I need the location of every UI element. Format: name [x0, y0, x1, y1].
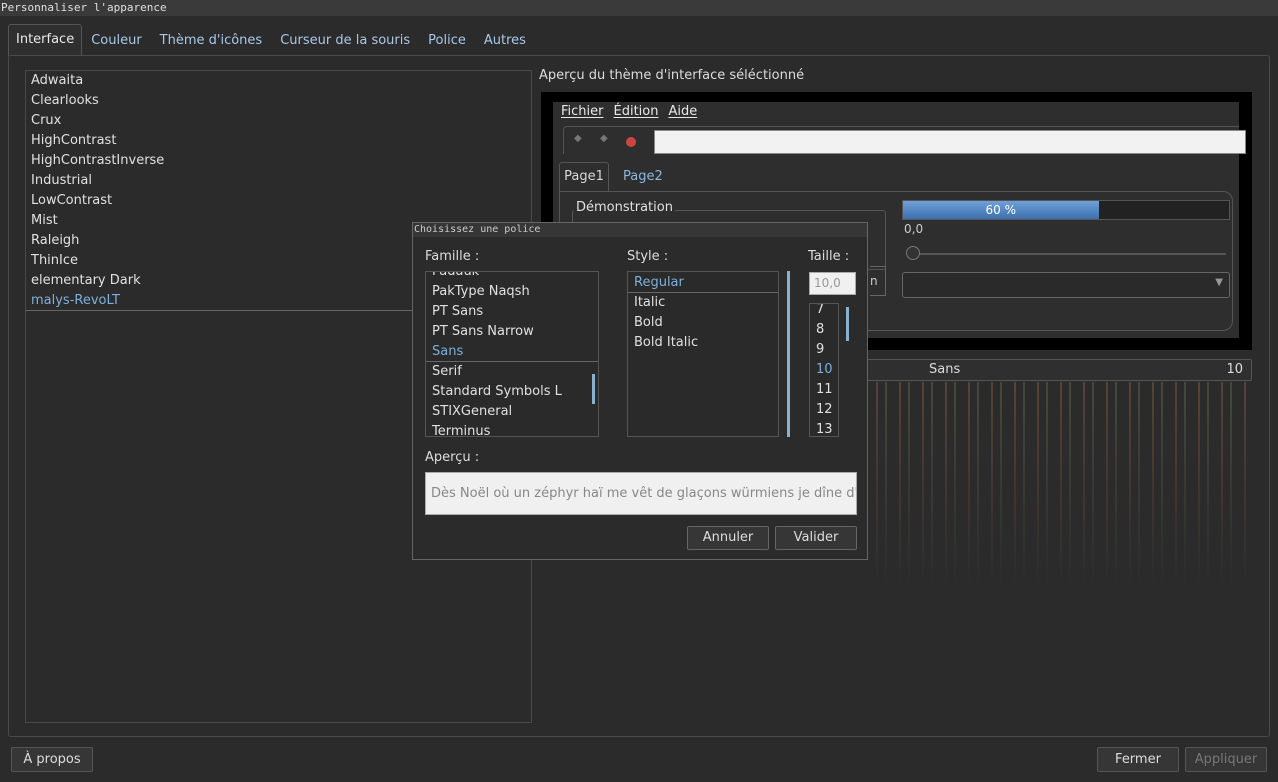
- font-select-button[interactable]: Sans 10: [864, 359, 1252, 381]
- progress-fill: 60 %: [903, 201, 1099, 219]
- list-item[interactable]: PT Sans: [426, 302, 598, 322]
- list-item[interactable]: Clearlooks: [26, 91, 531, 111]
- list-item[interactable]: PT Sans Narrow: [426, 322, 598, 342]
- cancel-button[interactable]: Annuler: [687, 526, 769, 550]
- family-label: Famille :: [425, 249, 480, 264]
- style-list[interactable]: Regular Italic Bold Bold Italic: [627, 271, 779, 437]
- list-item[interactable]: Italic: [628, 293, 778, 313]
- tab-couleur[interactable]: Couleur: [82, 28, 150, 56]
- font-preview-text[interactable]: Dès Noël où un zéphyr haï me vêt de glaç…: [425, 472, 857, 515]
- ok-button[interactable]: Valider: [775, 526, 857, 550]
- list-item[interactable]: LowContrast: [26, 191, 531, 211]
- list-item[interactable]: Terminus: [426, 422, 598, 436]
- preview-label: Aperçu du thème d'interface séléctionné: [539, 68, 805, 83]
- size-input[interactable]: 10,0: [809, 272, 856, 295]
- size-label: Taille :: [808, 249, 850, 264]
- font-size-value: 10: [1226, 362, 1243, 377]
- tab-autres[interactable]: Autres: [475, 28, 535, 56]
- list-item-selected[interactable]: 10: [810, 360, 838, 380]
- preview-combo[interactable]: ▼: [902, 272, 1230, 298]
- family-scrollbar[interactable]: [592, 374, 595, 404]
- size-scrollbar[interactable]: [846, 307, 849, 341]
- forward-arrow-icon[interactable]: ◆: [600, 133, 608, 144]
- list-item[interactable]: HighContrastInverse: [26, 151, 531, 171]
- size-list[interactable]: 7 8 9 10 11 12 13: [809, 303, 839, 437]
- tab-mouse-cursor[interactable]: Curseur de la souris: [271, 28, 419, 56]
- font-family-value: Sans: [929, 362, 961, 377]
- list-item[interactable]: Bold: [628, 313, 778, 333]
- list-item[interactable]: Padauk: [426, 272, 598, 282]
- list-item[interactable]: Standard Symbols L: [426, 382, 598, 402]
- tab-interface[interactable]: Interface: [8, 24, 83, 56]
- list-item-selected[interactable]: Sans: [426, 342, 598, 362]
- demo-group-title: Démonstration: [574, 200, 675, 215]
- list-item[interactable]: Adwaita: [26, 71, 531, 91]
- tab-icon-theme[interactable]: Thème d'icônes: [151, 28, 272, 56]
- list-item[interactable]: Crux: [26, 111, 531, 131]
- list-item[interactable]: Serif: [426, 362, 598, 382]
- list-item-selected[interactable]: Regular: [628, 273, 778, 293]
- list-item[interactable]: 8: [810, 320, 838, 340]
- list-item[interactable]: PakType Naqsh: [426, 282, 598, 302]
- stop-icon[interactable]: [626, 137, 636, 147]
- back-arrow-icon[interactable]: ◆: [574, 133, 582, 144]
- family-list[interactable]: Padauk PakType Naqsh PT Sans PT Sans Nar…: [425, 271, 599, 437]
- slider-value: 0,0: [904, 222, 924, 236]
- list-item[interactable]: Industrial: [26, 171, 531, 191]
- list-item[interactable]: 11: [810, 380, 838, 400]
- tab-police[interactable]: Police: [419, 28, 475, 56]
- about-button[interactable]: À propos: [11, 747, 93, 772]
- progress-bar: 60 %: [902, 200, 1230, 220]
- slider-track[interactable]: [910, 253, 1226, 255]
- close-button[interactable]: Fermer: [1097, 747, 1179, 772]
- list-item[interactable]: 13: [810, 420, 838, 436]
- background-rain: [870, 382, 1250, 592]
- list-item[interactable]: 12: [810, 400, 838, 420]
- list-item[interactable]: HighContrast: [26, 131, 531, 151]
- list-item[interactable]: 7: [810, 304, 838, 320]
- style-scrollbar[interactable]: [787, 271, 790, 437]
- list-item[interactable]: Bold Italic: [628, 333, 778, 353]
- preview-tab-page1[interactable]: Page1: [559, 162, 609, 192]
- preview-button[interactable]: n: [870, 266, 886, 296]
- menu-fichier[interactable]: Fichier: [561, 104, 604, 119]
- menu-edition[interactable]: Édition: [614, 104, 659, 119]
- preview-menubar: Fichier Édition Aide: [561, 104, 697, 119]
- preview-toolbar: ◆ ◆: [563, 126, 1246, 154]
- style-label: Style :: [627, 249, 669, 264]
- preview-label: Aperçu :: [425, 450, 480, 465]
- preview-text-input[interactable]: [654, 130, 1246, 154]
- chevron-down-icon: ▼: [1215, 277, 1223, 288]
- apply-button[interactable]: Appliquer: [1185, 747, 1267, 772]
- menu-aide[interactable]: Aide: [668, 104, 697, 119]
- dialog-title: Choisissez une police: [413, 223, 867, 237]
- window-title: Personnaliser l'apparence: [0, 0, 1278, 16]
- slider-handle[interactable]: [906, 246, 920, 260]
- list-item[interactable]: STIXGeneral: [426, 402, 598, 422]
- main-tabs: Interface Couleur Thème d'icônes Curseur…: [8, 24, 535, 56]
- preview-tab-page2[interactable]: Page2: [623, 169, 663, 184]
- list-item[interactable]: 9: [810, 340, 838, 360]
- font-chooser-dialog: Choisissez une police Famille : Style : …: [412, 222, 868, 560]
